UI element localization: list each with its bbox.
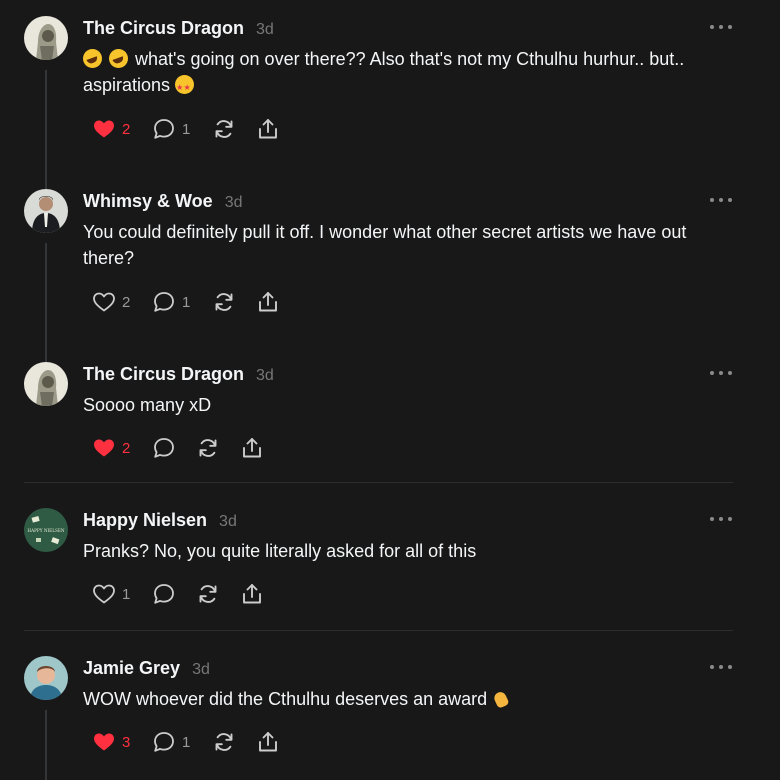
repost-button[interactable] [212, 117, 236, 141]
like-button[interactable]: 1 [92, 582, 132, 606]
timestamp[interactable]: 3d [219, 513, 237, 531]
timestamp[interactable]: 3d [192, 661, 210, 679]
reply-count: 1 [182, 120, 191, 138]
share-icon [240, 436, 264, 460]
repost-button[interactable] [212, 730, 236, 754]
like-count: 1 [122, 585, 131, 603]
reply-post: Whimsy & Woe 3d You could definitely pul… [0, 189, 780, 383]
more-icon[interactable] [710, 193, 732, 207]
repost-button[interactable] [196, 582, 220, 606]
post-text-body: what's going on over there?? Also that's… [83, 49, 685, 95]
timestamp[interactable]: 3d [256, 367, 274, 385]
reply-button[interactable]: 1 [152, 290, 192, 314]
heart-icon [92, 436, 116, 460]
reply-button[interactable] [152, 582, 176, 606]
divider [24, 630, 733, 631]
heart-icon [92, 730, 116, 754]
username[interactable]: Jamie Grey [83, 658, 180, 679]
username[interactable]: The Circus Dragon [83, 18, 244, 39]
like-count: 2 [122, 439, 131, 457]
like-count: 2 [122, 293, 131, 311]
like-count: 3 [122, 733, 131, 751]
starstruck-emoji [175, 75, 195, 101]
post-text: what's going on over there?? Also that's… [83, 46, 733, 101]
heart-icon [92, 290, 116, 314]
reply-icon [152, 117, 176, 141]
like-button[interactable]: 2 [92, 436, 132, 460]
share-button[interactable] [256, 290, 280, 314]
share-button[interactable] [256, 117, 280, 141]
share-button[interactable] [240, 436, 264, 460]
share-button[interactable] [240, 582, 264, 606]
more-icon[interactable] [710, 20, 732, 34]
post-text: Pranks? No, you quite literally asked fo… [83, 541, 477, 561]
share-icon [256, 117, 280, 141]
reply-post: Jamie Grey 3d WOW whoever did the Cthulh… [0, 656, 780, 780]
repost-icon [212, 117, 236, 141]
reply-button[interactable] [152, 436, 176, 460]
like-count: 2 [122, 120, 131, 138]
reply-icon [152, 290, 176, 314]
like-button[interactable]: 2 [92, 290, 132, 314]
repost-button[interactable] [212, 290, 236, 314]
share-icon [256, 290, 280, 314]
avatar[interactable] [24, 656, 68, 700]
post-text: You could definitely pull it off. I wond… [83, 222, 687, 268]
reply-button[interactable]: 1 [152, 730, 192, 754]
rofl-emoji [109, 49, 129, 68]
share-button[interactable] [256, 730, 280, 754]
repost-icon [196, 436, 220, 460]
avatar[interactable] [24, 189, 68, 233]
more-icon[interactable] [710, 366, 732, 380]
like-button[interactable]: 3 [92, 730, 132, 754]
repost-icon [212, 290, 236, 314]
timestamp[interactable]: 3d [256, 21, 274, 39]
share-icon [256, 730, 280, 754]
reply-button[interactable]: 1 [152, 117, 192, 141]
repost-icon [196, 582, 220, 606]
repost-icon [212, 730, 236, 754]
avatar[interactable] [24, 16, 68, 60]
heart-icon [92, 582, 116, 606]
reply-post: HAPPY NIELSEN Happy Nielsen 3d Pranks? N… [0, 508, 780, 618]
thread-line [45, 710, 47, 780]
username[interactable]: The Circus Dragon [83, 364, 244, 385]
reply-post: The Circus Dragon 3d what's going on ove… [0, 16, 780, 214]
reply-post: The Circus Dragon 3d Soooo many xD 2 [0, 362, 780, 472]
clap-emoji [492, 689, 511, 708]
like-button[interactable]: 2 [92, 117, 132, 141]
heart-icon [92, 117, 116, 141]
post-text: Soooo many xD [83, 395, 212, 415]
reply-icon [152, 582, 176, 606]
avatar[interactable]: HAPPY NIELSEN [24, 508, 68, 552]
more-icon[interactable] [710, 512, 732, 526]
reply-count: 1 [182, 733, 191, 751]
avatar-logo-text: HAPPY NIELSEN [27, 528, 64, 533]
divider [24, 482, 733, 483]
more-icon[interactable] [710, 660, 732, 674]
avatar[interactable] [24, 362, 68, 406]
reply-icon [152, 436, 176, 460]
post-text: WOW whoever did the Cthulhu deserves an … [83, 686, 733, 712]
username[interactable]: Whimsy & Woe [83, 191, 213, 212]
rofl-emoji [83, 49, 102, 68]
repost-button[interactable] [196, 436, 220, 460]
reply-count: 1 [182, 293, 191, 311]
reply-icon [152, 730, 176, 754]
post-text-body: WOW whoever did the Cthulhu deserves an … [83, 689, 488, 709]
username[interactable]: Happy Nielsen [83, 510, 207, 531]
timestamp[interactable]: 3d [225, 194, 243, 212]
share-icon [240, 582, 264, 606]
